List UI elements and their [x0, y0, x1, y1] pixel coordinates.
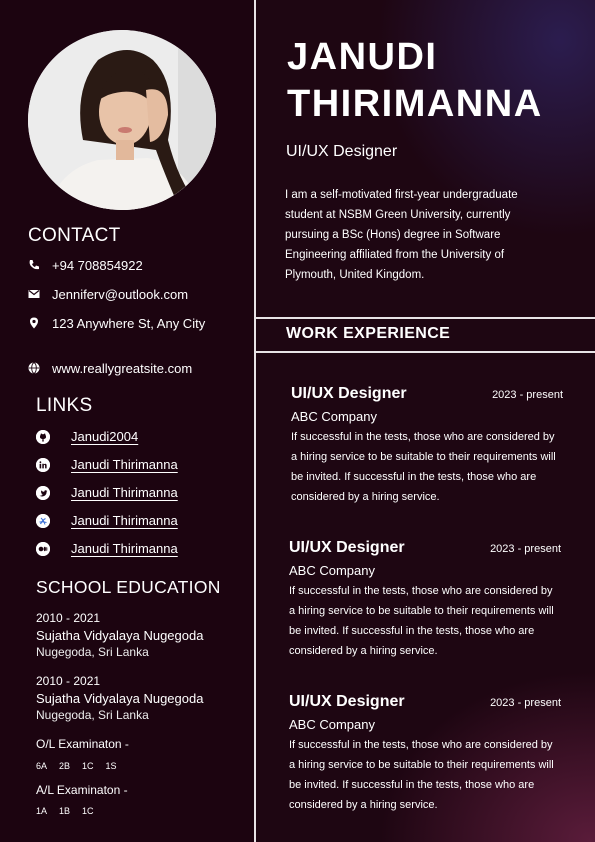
- link-medium[interactable]: Janudi Thirimanna: [36, 541, 178, 556]
- medium-icon: [36, 541, 50, 556]
- job-entry: UI/UX Designer 2023 - present ABC Compan…: [289, 693, 561, 815]
- job-role: UI/UX Designer: [286, 143, 398, 160]
- job-description: If successful in the tests, those who ar…: [289, 585, 554, 657]
- grade: 1C: [82, 806, 94, 816]
- link-label[interactable]: Janudi Thirimanna: [71, 457, 178, 472]
- job-title: UI/UX Designer: [289, 539, 405, 556]
- al-exam-title: A/L Examinaton -: [36, 783, 128, 797]
- grade: 6A: [36, 761, 48, 771]
- globe-icon: [28, 362, 40, 374]
- link-dribbble[interactable]: Janudi Thirimanna: [36, 513, 178, 528]
- contact-website: www.reallygreatsite.com: [28, 361, 222, 377]
- contact-phone: +94 708854922: [28, 258, 222, 274]
- job-description: If successful in the tests, those who ar…: [289, 739, 554, 811]
- al-grades: 1A 1B 1C: [36, 806, 94, 816]
- job-date: 2023 - present: [492, 389, 563, 401]
- ol-grades: 6A 2B 1C 1S: [36, 761, 117, 771]
- link-twitter[interactable]: Janudi Thirimanna: [36, 485, 178, 500]
- education-title: SCHOOL EDUCATION: [36, 577, 221, 597]
- education-location: Nugegoda, Sri Lanka: [36, 708, 149, 722]
- website-text: www.reallygreatsite.com: [52, 361, 193, 376]
- work-title-divider-bottom: [256, 351, 595, 353]
- education-school: Sujatha Vidyalaya Nugegoda: [36, 691, 204, 706]
- contact-title: CONTACT: [28, 225, 121, 246]
- education-location: Nugegoda, Sri Lanka: [36, 645, 149, 659]
- job-date: 2023 - present: [490, 697, 561, 709]
- education-school: Sujatha Vidyalaya Nugegoda: [36, 628, 204, 643]
- job-company: ABC Company: [289, 717, 375, 732]
- link-github[interactable]: Janudi2004: [36, 429, 138, 444]
- education-entry: 2010 - 2021 Sujatha Vidyalaya Nugegoda N…: [36, 610, 203, 661]
- email-text: Jenniferv@outlook.com: [52, 287, 189, 302]
- work-title-divider-top: [256, 317, 595, 319]
- job-entry: UI/UX Designer 2023 - present ABC Compan…: [289, 539, 561, 661]
- job-entry: UI/UX Designer 2023 - present ABC Compan…: [291, 385, 563, 507]
- github-icon: [36, 429, 50, 444]
- link-label[interactable]: Janudi Thirimanna: [71, 485, 178, 500]
- links-title: LINKS: [36, 395, 93, 416]
- resume-page: CONTACT +94 708854922 Jenniferv@outlook.…: [0, 0, 595, 842]
- avatar: [28, 30, 216, 210]
- location-icon: [30, 317, 38, 329]
- link-label[interactable]: Janudi Thirimanna: [71, 541, 178, 556]
- name-last: THIRIMANNA: [287, 83, 543, 125]
- work-experience-title: WORK EXPERIENCE: [286, 325, 451, 342]
- education-entry: 2010 - 2021 Sujatha Vidyalaya Nugegoda N…: [36, 673, 203, 724]
- grade: 1C: [82, 761, 94, 771]
- link-label[interactable]: Janudi2004: [71, 429, 138, 444]
- grade: 1S: [105, 761, 117, 771]
- address-text: 123 Anywhere St, Any City: [52, 316, 206, 331]
- phone-text: +94 708854922: [52, 258, 143, 273]
- grade: 1A: [36, 806, 48, 816]
- job-title: UI/UX Designer: [289, 693, 405, 710]
- education-years: 2010 - 2021: [36, 674, 101, 688]
- full-name: JANUDI THIRIMANNA: [287, 34, 543, 128]
- link-linkedin[interactable]: Janudi Thirimanna: [36, 457, 178, 472]
- vertical-divider: [254, 0, 256, 842]
- about-text: I am a self-motivated first-year undergr…: [285, 189, 518, 281]
- twitter-icon: [36, 485, 50, 500]
- contact-address: 123 Anywhere St, Any City: [28, 316, 222, 332]
- job-description: If successful in the tests, those who ar…: [291, 431, 556, 503]
- grade: 1B: [59, 806, 71, 816]
- education-years: 2010 - 2021: [36, 611, 101, 625]
- job-title: UI/UX Designer: [291, 385, 407, 402]
- link-label[interactable]: Janudi Thirimanna: [71, 513, 178, 528]
- job-date: 2023 - present: [490, 543, 561, 555]
- phone-icon: [29, 260, 39, 270]
- ol-exam-title: O/L Examinaton -: [36, 737, 129, 751]
- portrait-image: [28, 30, 216, 210]
- job-company: ABC Company: [289, 563, 375, 578]
- linkedin-icon: [36, 457, 50, 472]
- name-first: JANUDI: [287, 36, 438, 78]
- dribbble-icon: [36, 513, 50, 528]
- mail-icon: [28, 290, 40, 298]
- contact-email: Jenniferv@outlook.com: [28, 287, 222, 303]
- grade: 2B: [59, 761, 71, 771]
- job-company: ABC Company: [291, 409, 377, 424]
